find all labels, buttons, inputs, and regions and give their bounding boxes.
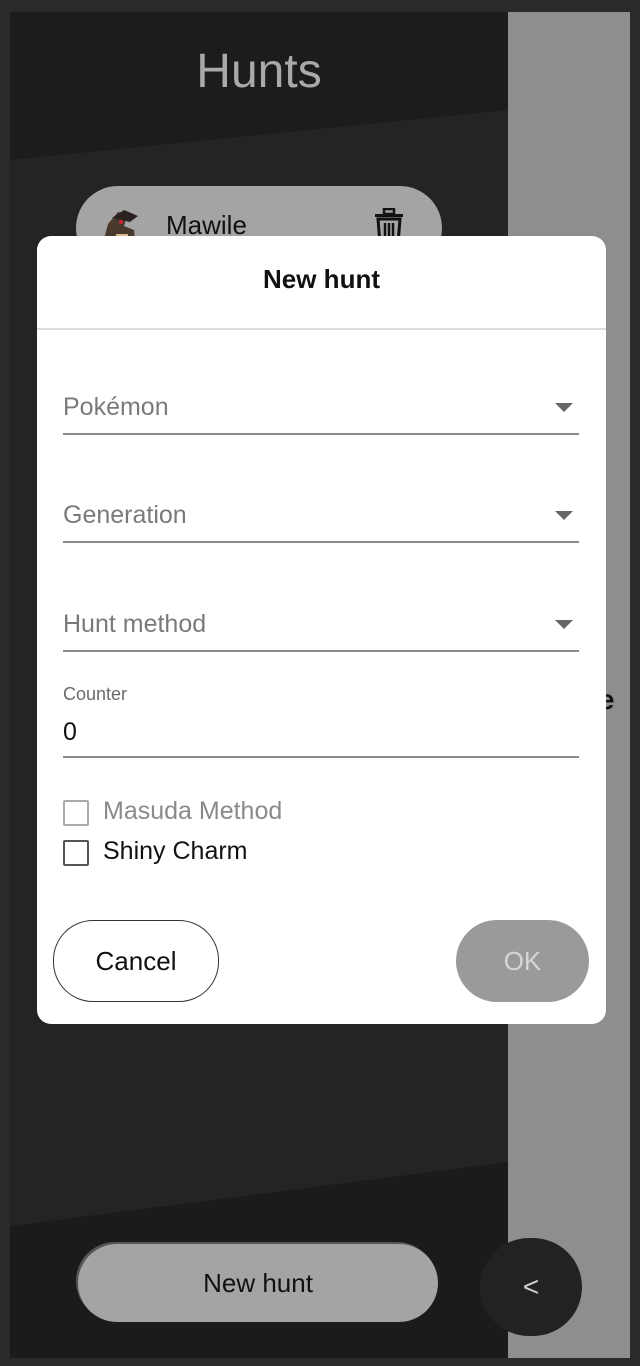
- counter-value[interactable]: 0: [63, 718, 77, 747]
- pokemon-select[interactable]: Pokémon: [63, 373, 579, 435]
- counter-field[interactable]: Counter 0: [63, 682, 579, 758]
- pokemon-select-label: Pokémon: [63, 393, 169, 421]
- new-hunt-button[interactable]: New hunt: [78, 1244, 438, 1322]
- new-hunt-dialog: New hunt Pokémon Generation Hunt method …: [37, 236, 606, 1024]
- shiny-charm-label[interactable]: Shiny Charm: [103, 837, 248, 866]
- masuda-method-checkbox: [63, 800, 89, 826]
- chevron-down-icon: [555, 511, 573, 520]
- generation-select-label: Generation: [63, 501, 187, 529]
- cancel-button[interactable]: Cancel: [53, 920, 219, 1002]
- ok-button[interactable]: OK: [456, 920, 589, 1002]
- dialog-divider: [37, 328, 606, 330]
- sidebar-title: Hunts: [196, 45, 322, 98]
- chevron-down-icon: [555, 403, 573, 412]
- dialog-title: New hunt: [263, 264, 380, 294]
- counter-label: Counter: [63, 684, 128, 704]
- chevron-down-icon: [555, 620, 573, 629]
- generation-select[interactable]: Generation: [63, 481, 579, 543]
- masuda-method-label: Masuda Method: [103, 797, 283, 825]
- shiny-charm-checkbox[interactable]: [63, 840, 89, 866]
- hunt-method-select[interactable]: Hunt method: [63, 590, 579, 652]
- hunt-method-select-label: Hunt method: [63, 610, 207, 638]
- sidebar-toggle-button[interactable]: <: [480, 1238, 582, 1336]
